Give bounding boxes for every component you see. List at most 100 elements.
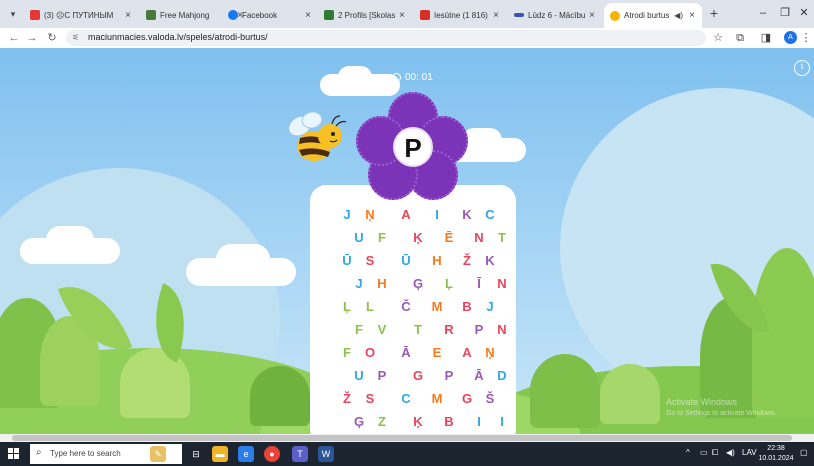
info-icon[interactable]: i [794, 60, 810, 76]
reload-icon[interactable]: ↻ [44, 30, 60, 46]
letter-cell[interactable]: J [482, 297, 498, 317]
volume-icon[interactable]: ◀) [726, 448, 735, 457]
letter-cell[interactable]: Ņ [362, 205, 378, 225]
address-bar[interactable]: ⚟ maciunmacies.valoda.lv/speles/atrodi-b… [66, 30, 706, 46]
tab-close-icon[interactable]: × [396, 10, 408, 21]
letter-cell[interactable]: T [410, 320, 426, 340]
letter-cell[interactable]: G [410, 366, 426, 386]
letter-cell[interactable]: I [494, 412, 510, 432]
letter-cell[interactable]: C [482, 205, 498, 225]
windows-start-icon[interactable] [8, 448, 20, 460]
letter-cell[interactable]: Ā [398, 343, 414, 363]
letter-cell[interactable]: G [459, 389, 475, 409]
tab-close-icon[interactable]: × [586, 10, 598, 21]
letter-cell[interactable]: Č [398, 297, 414, 317]
monitor-icon[interactable]: ⧠ [712, 448, 718, 458]
profile-avatar[interactable]: A [784, 31, 797, 44]
network-icon[interactable]: ▭ [700, 448, 708, 457]
letter-cell[interactable]: P [374, 366, 390, 386]
letter-cell[interactable]: Ū [339, 251, 355, 271]
letter-cell[interactable]: T [494, 228, 510, 248]
new-tab-plus-icon[interactable]: + [706, 5, 722, 21]
url-text[interactable]: maciunmacies.valoda.lv/speles/atrodi-bur… [88, 32, 268, 42]
tab-gmail[interactable]: Iesūtne (1 816) - ass × [414, 4, 506, 26]
letter-cell[interactable]: B [459, 297, 475, 317]
letter-cell[interactable]: R [441, 320, 457, 340]
browser-menu-icon[interactable]: ⋮ [798, 30, 814, 46]
letter-cell[interactable]: P [441, 366, 457, 386]
speaker-icon[interactable]: ◀) [674, 11, 683, 20]
task-view-icon[interactable]: ⊟ [188, 446, 204, 462]
letter-cell[interactable]: N [471, 228, 487, 248]
letter-cell[interactable]: N [494, 274, 510, 294]
letter-cell[interactable]: Ģ [351, 412, 367, 432]
site-info-icon[interactable]: ⚟ [72, 33, 79, 42]
bookmark-star-icon[interactable]: ☆ [710, 30, 726, 46]
letter-cell[interactable]: S [362, 251, 378, 271]
letter-cell[interactable]: H [374, 274, 390, 294]
letter-cell[interactable]: Ķ [410, 228, 426, 248]
letter-cell[interactable]: Ļ [441, 274, 457, 294]
letter-cell[interactable]: H [429, 251, 445, 271]
back-arrow-icon[interactable]: ← [6, 30, 22, 46]
language-indicator[interactable]: LAV [742, 448, 757, 457]
extensions-puzzle-icon[interactable]: ⧉ [732, 30, 748, 46]
letter-cell[interactable]: Z [374, 412, 390, 432]
letter-cell[interactable]: U [351, 366, 367, 386]
letter-cell[interactable]: U [351, 228, 367, 248]
letter-cell[interactable]: P [471, 320, 487, 340]
letter-cell[interactable]: M [429, 389, 445, 409]
teams-icon[interactable]: T [292, 446, 308, 462]
tab-close-icon[interactable]: × [302, 10, 314, 21]
close-window-icon[interactable]: ✕ [794, 5, 814, 21]
letter-cell[interactable]: C [398, 389, 414, 409]
scrollbar-thumb[interactable] [12, 435, 792, 441]
letter-cell[interactable]: Ģ [410, 274, 426, 294]
letter-cell[interactable]: B [441, 412, 457, 432]
side-panel-icon[interactable]: ◨ [758, 30, 774, 46]
chrome-browser-icon[interactable]: ● [264, 446, 280, 462]
letter-cell[interactable]: K [459, 205, 475, 225]
letter-cell[interactable]: I [471, 412, 487, 432]
letter-cell[interactable]: M [429, 297, 445, 317]
letter-cell[interactable]: Ē [441, 228, 457, 248]
letter-cell[interactable]: Ž [339, 389, 355, 409]
letter-cell[interactable]: J [339, 205, 355, 225]
minimize-icon[interactable]: – [752, 5, 774, 21]
tab-close-icon[interactable]: × [686, 10, 698, 21]
letter-cell[interactable]: O [362, 343, 378, 363]
letter-cell[interactable]: Ņ [482, 343, 498, 363]
restore-icon[interactable]: ❐ [774, 5, 796, 21]
taskbar-widget-icon[interactable]: ✎ [150, 446, 166, 462]
letter-cell[interactable]: E [429, 343, 445, 363]
letter-cell[interactable]: K [482, 251, 498, 271]
horizontal-scrollbar[interactable] [0, 434, 814, 442]
tab-youtube[interactable]: (3) ☹С ПУТИНЫМ × [24, 4, 138, 26]
letter-cell[interactable]: N [494, 320, 510, 340]
notifications-icon[interactable]: ▢ [800, 448, 808, 457]
tray-chevron-icon[interactable]: ^ [686, 448, 690, 457]
tab-close-icon[interactable]: × [122, 10, 134, 21]
tab-close-icon[interactable]: × [490, 10, 502, 21]
letter-cell[interactable]: S [362, 389, 378, 409]
tab-atrodi-burtus[interactable]: Atrodi burtus ◀) × [604, 3, 702, 28]
letter-cell[interactable]: J [351, 274, 367, 294]
letter-cell[interactable]: L [362, 297, 378, 317]
forward-arrow-icon[interactable]: → [24, 30, 40, 46]
letter-cell[interactable]: A [459, 343, 475, 363]
letter-cell[interactable]: F [374, 228, 390, 248]
letter-cell[interactable]: F [351, 320, 367, 340]
word-icon[interactable]: W [318, 446, 334, 462]
letter-cell[interactable]: Ī [471, 274, 487, 294]
tab-macibu[interactable]: Lūdz 6 - Mācību mate × [508, 4, 602, 26]
letter-cell[interactable]: V [374, 320, 390, 340]
taskbar-search-placeholder[interactable]: Type here to search [50, 449, 121, 458]
edge-browser-icon[interactable]: e [238, 446, 254, 462]
letter-cell[interactable]: Ā [471, 366, 487, 386]
letter-cell[interactable]: Š [482, 389, 498, 409]
file-explorer-icon[interactable]: ▬ [212, 446, 228, 462]
letter-cell[interactable]: Ļ [339, 297, 355, 317]
letter-cell[interactable]: D [494, 366, 510, 386]
tab-profils[interactable]: 2 Profils [Skolas admi × [318, 4, 412, 26]
system-clock[interactable]: 22:38 10.01.2024 [758, 444, 794, 464]
